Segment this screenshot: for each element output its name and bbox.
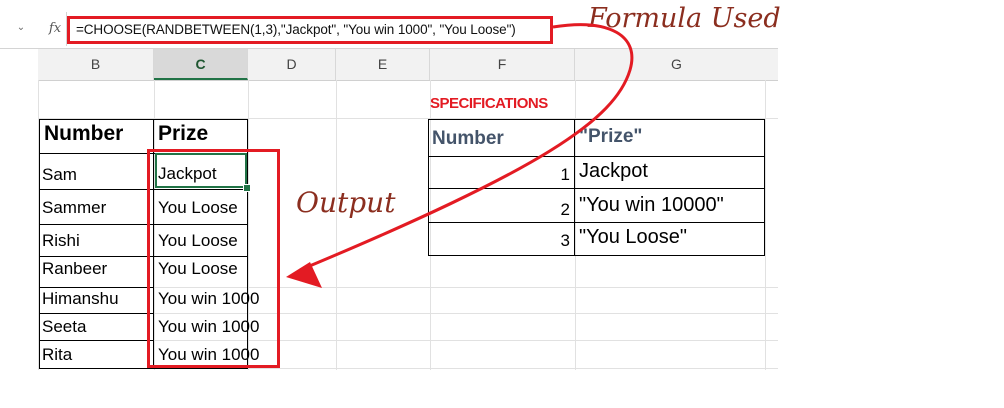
annotation-arrow: [286, 23, 634, 288]
arrow-head-icon: [286, 262, 322, 288]
